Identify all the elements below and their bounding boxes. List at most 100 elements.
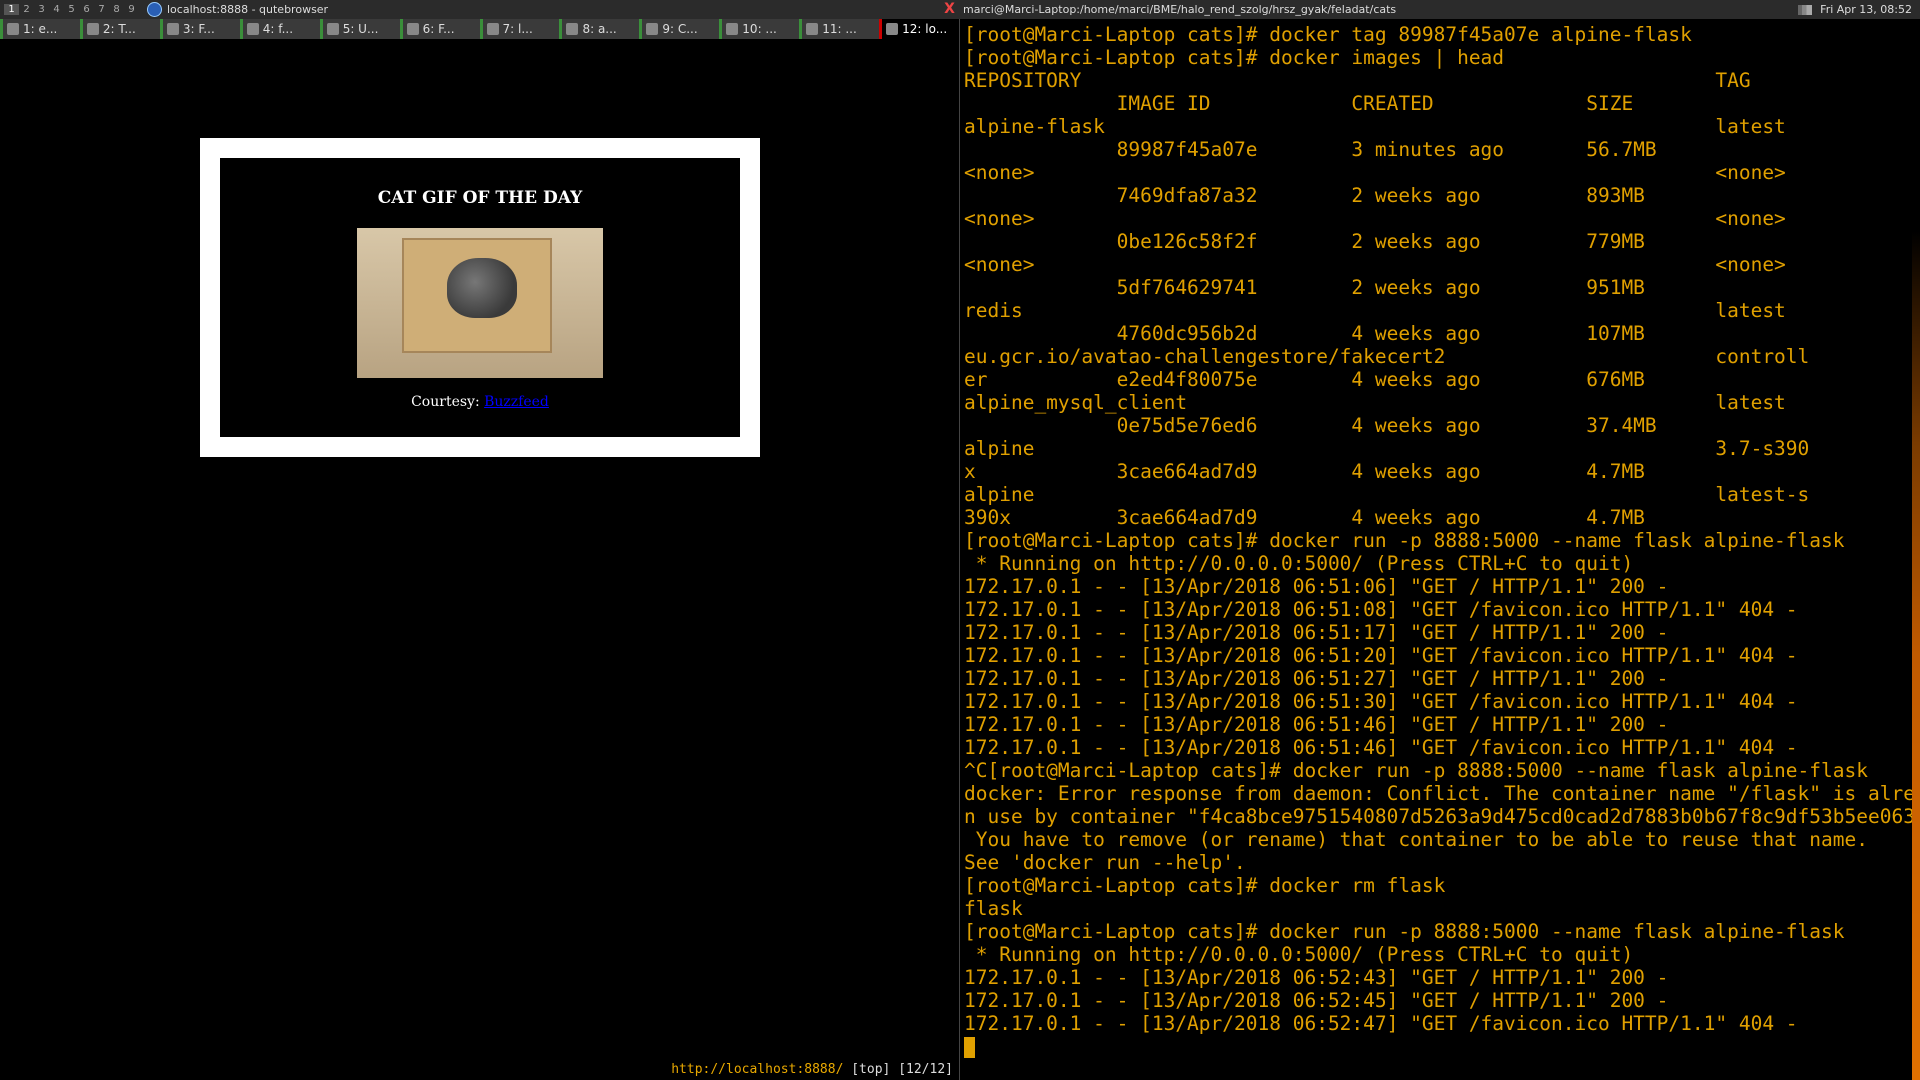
browser-tab-5[interactable]: 5: U... — [319, 19, 400, 39]
browser-viewport: CAT GIF OF THE DAY Courtesy: Buzzfeed — [0, 39, 959, 1059]
tab-label: 2: T... — [102, 22, 136, 36]
tab-label: 4: f... — [262, 22, 294, 36]
cat — [447, 258, 517, 318]
tab-label: 5: U... — [342, 22, 379, 36]
terminal-line: 0e75d5e76ed6 4 weeks ago 37.4MB — [964, 414, 1657, 437]
tab-favicon-icon — [246, 23, 259, 35]
terminal-line: See 'docker run --help'. — [964, 851, 1246, 874]
terminal-cursor — [964, 1035, 1912, 1058]
tab-label: 3: F... — [182, 22, 215, 36]
workspace-6[interactable]: 6 — [79, 4, 94, 15]
tab-favicon-icon — [566, 23, 579, 35]
terminal-line: x 3cae664ad7d9 4 weeks ago 4.7MB — [964, 460, 1645, 483]
workspace-4[interactable]: 4 — [49, 4, 64, 15]
page-title: CAT GIF OF THE DAY — [377, 188, 583, 208]
tab-label: 9: C... — [662, 22, 698, 36]
terminal-line: 172.17.0.1 - - [13/Apr/2018 06:51:06] "G… — [964, 575, 1669, 598]
terminal-scrollbar[interactable] — [1912, 19, 1920, 1080]
terminal-line: [root@Marci-Laptop cats]# docker tag 899… — [964, 23, 1692, 46]
wifi-signal-icon[interactable] — [1798, 4, 1813, 15]
terminal-line: [root@Marci-Laptop cats]# docker rm flas… — [964, 874, 1446, 897]
tab-favicon-icon — [86, 23, 99, 35]
terminal-line: * Running on http://0.0.0.0:5000/ (Press… — [964, 943, 1634, 966]
terminal[interactable]: [root@Marci-Laptop cats]# docker tag 899… — [960, 19, 1912, 1080]
tab-label: 7: l... — [502, 22, 533, 36]
tab-favicon-icon — [486, 23, 499, 35]
workspace-1[interactable]: 1 — [4, 4, 19, 15]
x-terminal-icon: X — [944, 1, 955, 17]
terminal-line: docker: Error response from daemon: Conf… — [964, 782, 1912, 805]
workspace-2[interactable]: 2 — [19, 4, 34, 15]
terminal-line: IMAGE ID CREATED SIZE — [964, 92, 1634, 115]
terminal-line: [root@Marci-Laptop cats]# docker run -p … — [964, 529, 1845, 552]
browser-title-text: localhost:8888 - qutebrowser — [167, 3, 329, 16]
clock: Fri Apr 13, 08:52 — [1820, 3, 1912, 16]
system-tray: Fri Apr 13, 08:52 — [1798, 3, 1920, 16]
browser-tab-10[interactable]: 10: ... — [719, 19, 800, 39]
terminal-line: 172.17.0.1 - - [13/Apr/2018 06:51:46] "G… — [964, 736, 1798, 759]
terminal-line: 390x 3cae664ad7d9 4 weeks ago 4.7MB — [964, 506, 1645, 529]
tab-favicon-icon — [806, 23, 819, 35]
terminal-line: [root@Marci-Laptop cats]# docker images … — [964, 46, 1505, 69]
browser-tab-12[interactable]: 12: lo... — [879, 19, 960, 39]
terminal-line: <none> <none> — [964, 161, 1786, 184]
tab-favicon-icon — [646, 23, 659, 35]
tab-label: 6: F... — [422, 22, 455, 36]
browser-tab-1[interactable]: 1: e... — [0, 19, 80, 39]
terminal-line: 172.17.0.1 - - [13/Apr/2018 06:52:47] "G… — [964, 1012, 1798, 1035]
tab-favicon-icon — [726, 23, 739, 35]
courtesy-label: Courtesy: — [411, 394, 480, 410]
tab-favicon-icon — [166, 23, 179, 35]
tab-favicon-icon — [406, 23, 419, 35]
terminal-line: 89987f45a07e 3 minutes ago 56.7MB — [964, 138, 1657, 161]
workspace-8[interactable]: 8 — [109, 4, 124, 15]
workspace-3[interactable]: 3 — [34, 4, 49, 15]
terminal-line: 172.17.0.1 - - [13/Apr/2018 06:51:17] "G… — [964, 621, 1669, 644]
browser-tab-bar: 1: e... 2: T... 3: F... 4: f... 5: U... 6: F.… — [0, 19, 960, 39]
status-tab-position: [12/12] — [898, 1062, 953, 1077]
terminal-line: 172.17.0.1 - - [13/Apr/2018 06:52:43] "G… — [964, 966, 1669, 989]
browser-tab-9[interactable]: 9: C... — [639, 19, 720, 39]
tab-favicon-icon — [7, 23, 19, 35]
tab-favicon-icon — [886, 23, 899, 35]
terminal-line: alpine-flask latest — [964, 115, 1786, 138]
workspace-pager[interactable]: 123456789 — [4, 0, 139, 19]
tab-label: 8: a... — [582, 22, 617, 36]
browser-tab-7[interactable]: 7: l... — [479, 19, 560, 39]
terminal-line: 4760dc956b2d 4 weeks ago 107MB — [964, 322, 1645, 345]
browser-tab-11[interactable]: 11: ... — [799, 19, 880, 39]
tab-label: 12: lo... — [902, 22, 948, 36]
terminal-line: 172.17.0.1 - - [13/Apr/2018 06:51:30] "G… — [964, 690, 1798, 713]
workspace-5[interactable]: 5 — [64, 4, 79, 15]
terminal-line: [root@Marci-Laptop cats]# docker run -p … — [964, 920, 1845, 943]
terminal-line: alpine_mysql_client latest — [964, 391, 1786, 414]
tab-label: 1: e... — [23, 22, 58, 36]
courtesy-line: Courtesy: Buzzfeed — [220, 394, 740, 410]
terminal-line: flask — [964, 897, 1023, 920]
terminal-line: alpine latest-s — [964, 483, 1810, 506]
workspace-9[interactable]: 9 — [124, 4, 139, 15]
browser-window-title: localhost:8888 - qutebrowser — [147, 2, 942, 17]
buzzfeed-link[interactable]: Buzzfeed — [484, 394, 549, 410]
tab-label: 11: ... — [822, 22, 857, 36]
terminal-line: eu.gcr.io/avatao-challengestore/fakecert… — [964, 345, 1810, 368]
workspace-7[interactable]: 7 — [94, 4, 109, 15]
terminal-line: 172.17.0.1 - - [13/Apr/2018 06:51:08] "G… — [964, 598, 1798, 621]
status-url: http://localhost:8888/ — [671, 1062, 844, 1077]
browser-tab-6[interactable]: 6: F... — [399, 19, 480, 39]
browser-tab-3[interactable]: 3: F... — [159, 19, 240, 39]
tab-label: 10: ... — [742, 22, 777, 36]
status-scroll: [top] — [851, 1062, 891, 1077]
browser-tab-4[interactable]: 4: f... — [239, 19, 320, 39]
terminal-line: * Running on http://0.0.0.0:5000/ (Press… — [964, 552, 1634, 575]
terminal-line: 172.17.0.1 - - [13/Apr/2018 06:52:45] "G… — [964, 989, 1669, 1012]
browser-tab-2[interactable]: 2: T... — [79, 19, 160, 39]
terminal-line: <none> <none> — [964, 207, 1786, 230]
terminal-line: 5df764629741 2 weeks ago 951MB — [964, 276, 1645, 299]
terminal-line: ^C[root@Marci-Laptop cats]# docker run -… — [964, 759, 1868, 782]
top-panel: 123456789 localhost:8888 - qutebrowser X… — [0, 0, 1920, 19]
terminal-line: 172.17.0.1 - - [13/Apr/2018 06:51:46] "G… — [964, 713, 1669, 736]
qutebrowser-icon — [147, 2, 162, 17]
browser-tab-8[interactable]: 8: a... — [559, 19, 640, 39]
cat-card: CAT GIF OF THE DAY Courtesy: Buzzfeed — [200, 138, 760, 457]
